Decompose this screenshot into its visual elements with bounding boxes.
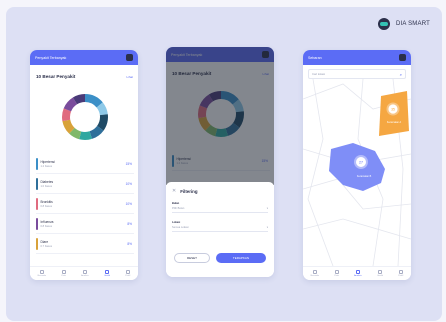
section-title: 10 Besar Penyakit <box>36 74 76 79</box>
field-value: Semua Lokasi <box>172 226 189 229</box>
map-view[interactable]: 35 Kecamatan A 27 Kecamatan B <box>303 79 411 266</box>
marker-label: Kecamatan A <box>387 121 402 124</box>
sheet-actions: RESET TERAPKAN <box>174 253 266 263</box>
series-color-bar <box>36 177 38 190</box>
sheet-title: Filtering <box>180 188 198 194</box>
item-name: Influenza <box>40 219 54 224</box>
nav-label: Profil <box>398 275 404 277</box>
nav-label: Peta <box>61 275 66 277</box>
marker-count: 35 <box>391 107 395 111</box>
location-field[interactable]: Lokasi Semua Lokasi ▾ <box>172 221 268 232</box>
phone-screen-filter: Penyakit Terbanyak 10 Besar Penyakit Lih… <box>166 47 274 277</box>
phone-screen-chart: Penyakit Terbanyak 10 Besar Penyakit Lih… <box>30 50 138 280</box>
disease-list: Hipertensi 1.2 Kasus 15% Diabetes 1.0 Kasus 1… <box>36 154 134 254</box>
nav-icon <box>378 270 382 274</box>
item-name: Hipertensi <box>40 159 55 164</box>
item-sub: 1.2 Kasus <box>40 164 53 168</box>
list-item[interactable]: Influenza 0.8 Kasus 8% <box>36 214 134 234</box>
filter-bottom-sheet: ✕ Filtering Bulan Pilih Bulan ▾ Lokasi Se… <box>166 182 274 277</box>
bottom-nav: Beranda Peta Analisis Grafik Profil <box>303 266 411 280</box>
nav-item[interactable]: Beranda <box>311 270 319 277</box>
nav-icon <box>355 270 360 274</box>
nav-item[interactable]: Beranda <box>38 270 46 277</box>
field-label: Lokasi <box>172 221 181 224</box>
app-bar: Penyakit Terbanyak <box>30 50 138 65</box>
apply-button[interactable]: TERAPKAN <box>216 253 266 263</box>
month-field[interactable]: Bulan Pilih Bulan ▾ <box>172 202 268 213</box>
app-bar: Sebaran <box>303 50 411 65</box>
marker-label: Kecamatan B <box>357 175 372 178</box>
nav-item[interactable]: Grafik <box>377 270 383 277</box>
nav-item[interactable]: Peta <box>334 270 339 277</box>
nav-icon <box>39 270 44 274</box>
nav-item[interactable]: Analisis <box>354 270 362 277</box>
nav-label: Analisis <box>81 275 89 277</box>
item-name: Diabetes <box>40 179 54 184</box>
list-item[interactable]: Diare 0.7 Kasus 8% <box>36 234 134 254</box>
chevron-down-icon: ▾ <box>266 207 268 210</box>
nav-icon <box>82 270 87 274</box>
see-all-link[interactable]: Lihat <box>126 75 133 79</box>
item-name: Diare <box>40 239 49 244</box>
item-sub: 0.8 Kasus <box>40 224 53 228</box>
item-name: Bronkitis <box>40 199 53 204</box>
nav-label: Beranda <box>37 275 46 277</box>
item-percent: 10% <box>125 181 132 186</box>
nav-item[interactable]: Grafik <box>104 270 110 277</box>
item-sub: 0.7 Kasus <box>40 244 53 248</box>
app-bar-title: Penyakit Terbanyak <box>35 55 67 60</box>
close-icon[interactable]: ✕ <box>172 188 176 194</box>
nav-icon <box>312 270 317 274</box>
brand-logo-icon <box>377 18 390 30</box>
nav-label: Profil <box>125 275 131 277</box>
nav-icon <box>334 270 339 274</box>
chevron-down-icon: ▾ <box>266 226 268 229</box>
section-header: 10 Besar Penyakit Lihat <box>30 65 138 79</box>
list-item[interactable]: Diabetes 1.0 Kasus 10% <box>36 174 134 194</box>
nav-item[interactable]: Peta <box>61 270 66 277</box>
nav-label: Peta <box>334 275 339 277</box>
search-input[interactable]: Cari lokasi ⌕ <box>308 69 406 79</box>
series-color-bar <box>36 237 38 250</box>
item-percent: 15% <box>125 161 132 166</box>
nav-label: Beranda <box>310 275 319 277</box>
series-color-bar <box>36 157 38 170</box>
nav-item[interactable]: Profil <box>398 270 403 277</box>
nav-label: Analisis <box>354 275 362 277</box>
marker-count: 27 <box>359 160 363 164</box>
list-item[interactable]: Hipertensi 1.2 Kasus 15% <box>36 154 134 174</box>
item-sub: 1.0 Kasus <box>40 184 53 188</box>
donut-chart <box>62 94 108 140</box>
search-icon[interactable]: ⌕ <box>400 72 402 77</box>
nav-icon <box>61 270 66 274</box>
nav-icon <box>125 270 130 274</box>
bottom-nav: Beranda Peta Analisis Grafik Profil <box>30 266 138 280</box>
nav-icon <box>105 270 109 274</box>
search-placeholder: Cari lokasi <box>312 72 326 76</box>
app-bar-title: Sebaran <box>308 55 322 60</box>
nav-label: Grafik <box>377 275 383 277</box>
modal-overlay[interactable] <box>166 47 274 185</box>
list-item[interactable]: Bronkitis 0.8 Kasus 10% <box>36 194 134 214</box>
menu-icon[interactable] <box>126 54 133 61</box>
nav-label: Grafik <box>104 275 110 277</box>
item-percent: 8% <box>127 221 132 226</box>
phone-screen-map: Sebaran Cari lokasi ⌕ 35 Kecamatan A 27 … <box>303 50 411 280</box>
item-percent: 10% <box>125 201 132 206</box>
nav-icon <box>398 270 403 274</box>
menu-icon[interactable] <box>399 54 406 61</box>
field-value: Pilih Bulan <box>172 207 185 210</box>
reset-button[interactable]: RESET <box>174 253 210 263</box>
field-label: Bulan <box>172 202 180 205</box>
item-sub: 0.8 Kasus <box>40 204 53 208</box>
series-color-bar <box>36 217 38 230</box>
series-color-bar <box>36 197 38 210</box>
brand: DIA SMART <box>377 18 430 30</box>
sheet-header: ✕ Filtering <box>172 188 268 194</box>
item-percent: 8% <box>127 241 132 246</box>
nav-item[interactable]: Profil <box>125 270 130 277</box>
brand-name: DIA SMART <box>395 21 430 27</box>
nav-item[interactable]: Analisis <box>81 270 89 277</box>
